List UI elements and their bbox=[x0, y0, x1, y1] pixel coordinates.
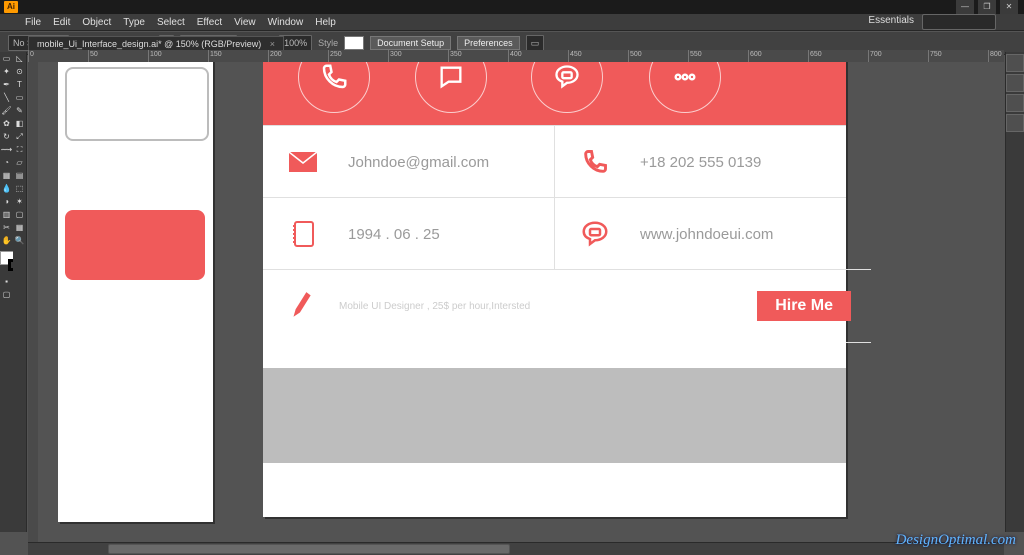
ui-spacer bbox=[263, 341, 846, 368]
menu-edit[interactable]: Edit bbox=[53, 17, 70, 28]
column-graph-tool[interactable]: ▥ bbox=[1, 208, 13, 221]
mesh-tool[interactable]: ▦ bbox=[1, 169, 13, 182]
ui-element-rounded-outline bbox=[65, 67, 209, 141]
menu-effect[interactable]: Effect bbox=[197, 17, 222, 28]
symbol-sprayer-tool[interactable]: ✶ bbox=[14, 195, 26, 208]
menu-file[interactable]: File bbox=[25, 17, 41, 28]
eraser-tool[interactable]: ◧ bbox=[14, 117, 26, 130]
screen-mode[interactable]: ▢ bbox=[1, 288, 13, 301]
document-tab-label: mobile_Ui_Interface_design.ai* @ 150% (R… bbox=[37, 39, 261, 49]
rectangle-tool[interactable]: ▭ bbox=[14, 91, 26, 104]
pencil-tool[interactable]: ✎ bbox=[14, 104, 26, 117]
phone-icon bbox=[580, 147, 610, 177]
email-value: Johndoe@gmail.com bbox=[348, 154, 489, 171]
ui-element-red-button bbox=[65, 210, 205, 280]
window-close-button[interactable]: ✕ bbox=[1000, 0, 1018, 14]
print-tiling-tool[interactable]: ▦ bbox=[14, 221, 26, 234]
document-setup-button[interactable]: Document Setup bbox=[370, 36, 451, 50]
lasso-tool[interactable]: ⊙ bbox=[14, 65, 26, 78]
app-icon: Ai bbox=[4, 1, 18, 13]
tools-panel-right: ◺ ⊙ T ▭ ✎ ◧ ⤢ ⛶ ▱ ▤ ⬚ ✶ ▢ ▦ 🔍 bbox=[13, 52, 27, 532]
scale-tool[interactable]: ⤢ bbox=[14, 130, 26, 143]
search-input[interactable] bbox=[922, 14, 996, 30]
window-restore-button[interactable]: ❐ bbox=[978, 0, 996, 14]
workspace-switcher[interactable]: Essentials bbox=[868, 15, 914, 26]
preferences-button[interactable]: Preferences bbox=[457, 36, 520, 50]
calendar-icon bbox=[288, 219, 318, 249]
dob-value: 1994 . 06 . 25 bbox=[348, 226, 440, 243]
right-dock bbox=[1005, 52, 1024, 532]
type-tool[interactable]: T bbox=[14, 78, 26, 91]
canvas[interactable]: Johndoe@gmail.com +18 202 555 0139 1994 … bbox=[38, 62, 1004, 543]
shape-builder-tool[interactable]: ◔ bbox=[1, 156, 13, 169]
color-modes[interactable]: ▪ bbox=[1, 275, 13, 288]
magic-wand-tool[interactable]: ✦ bbox=[1, 65, 13, 78]
align-control[interactable]: ▭ bbox=[526, 35, 545, 51]
artboard-tool[interactable]: ▢ bbox=[14, 208, 26, 221]
hire-me-button: Hire Me bbox=[757, 291, 851, 321]
style-label: Style bbox=[318, 38, 338, 48]
panel-swatches[interactable] bbox=[1006, 74, 1024, 92]
zoom-tool[interactable]: 🔍 bbox=[14, 234, 26, 247]
website-value: www.johndoeui.com bbox=[640, 226, 773, 243]
phone-value: +18 202 555 0139 bbox=[640, 154, 761, 171]
menu-select[interactable]: Select bbox=[157, 17, 185, 28]
panel-layers[interactable] bbox=[1006, 114, 1024, 132]
horizontal-scrollbar[interactable] bbox=[28, 542, 1004, 555]
tools-panel-left: ▭ ✦ ✒ ╲ 🖌 ✿ ↻ ⟿ ◔ ▦ 💧 ◑ ▥ ✂ ✋ ▪ ▢ bbox=[0, 52, 14, 532]
style-swatch[interactable] bbox=[344, 36, 364, 50]
scrollbar-thumb[interactable] bbox=[108, 544, 510, 554]
blend-tool[interactable]: ◑ bbox=[1, 195, 13, 208]
ui-footer-gray bbox=[263, 368, 846, 463]
paintbrush-tool[interactable]: 🖌 bbox=[1, 104, 13, 117]
pen-tool[interactable]: ✒ bbox=[1, 78, 13, 91]
eyedropper-tool[interactable]: 💧 bbox=[1, 182, 13, 195]
bio-text: Mobile UI Designer , 25$ per hour,Inters… bbox=[339, 301, 530, 312]
website-icon bbox=[580, 219, 610, 249]
live-paint-tool[interactable]: ⬚ bbox=[14, 182, 26, 195]
pencil-icon bbox=[288, 290, 314, 323]
direct-selection-tool[interactable]: ◺ bbox=[14, 52, 26, 65]
menu-help[interactable]: Help bbox=[315, 17, 336, 28]
menu-type[interactable]: Type bbox=[123, 17, 145, 28]
selection-tool[interactable]: ▭ bbox=[1, 52, 13, 65]
menu-object[interactable]: Object bbox=[82, 17, 111, 28]
close-tab-icon[interactable]: × bbox=[270, 39, 275, 49]
width-tool[interactable]: ⟿ bbox=[1, 143, 13, 156]
email-icon bbox=[288, 147, 318, 177]
slice-tool[interactable]: ✂ bbox=[1, 221, 13, 234]
menu-window[interactable]: Window bbox=[268, 17, 304, 28]
menu-view[interactable]: View bbox=[234, 17, 256, 28]
window-minimize-button[interactable]: — bbox=[956, 0, 974, 14]
panel-stroke[interactable] bbox=[1006, 94, 1024, 112]
rotate-tool[interactable]: ↻ bbox=[1, 130, 13, 143]
free-transform-tool[interactable]: ⛶ bbox=[14, 143, 26, 156]
perspective-grid-tool[interactable]: ▱ bbox=[14, 156, 26, 169]
line-tool[interactable]: ╲ bbox=[1, 91, 13, 104]
panel-color[interactable] bbox=[1006, 54, 1024, 72]
document-tab[interactable]: mobile_Ui_Interface_design.ai* @ 150% (R… bbox=[28, 36, 284, 51]
gradient-tool[interactable]: ▤ bbox=[14, 169, 26, 182]
blob-brush-tool[interactable]: ✿ bbox=[1, 117, 13, 130]
watermark: DesignOptimal.com bbox=[896, 532, 1016, 549]
hand-tool[interactable]: ✋ bbox=[1, 234, 13, 247]
